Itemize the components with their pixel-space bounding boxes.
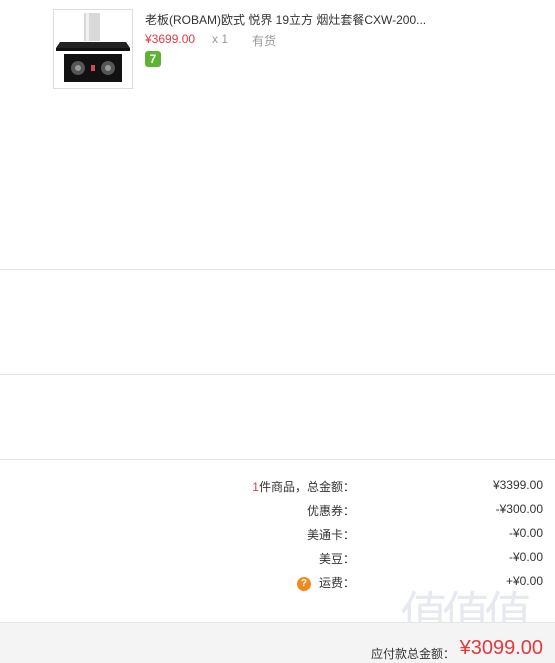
seven-day-return-badge: 7 xyxy=(145,51,161,67)
coupon-label: 优惠券： xyxy=(306,504,355,518)
meitong-label: 美通卡： xyxy=(306,528,355,542)
product-title[interactable]: 老板(ROBAM)欧式 悦界 19立方 烟灶套餐CXW-200... xyxy=(145,11,426,28)
meidou-value: -¥0.00 xyxy=(508,550,543,564)
product-price: ¥3699.00 xyxy=(145,32,196,46)
payable-label: 应付款总金额： xyxy=(370,647,455,661)
summary-shipping-row: ? 运费： +¥0.00 xyxy=(0,574,555,594)
product-image xyxy=(54,10,132,88)
section-divider xyxy=(0,459,555,460)
shipping-value: +¥0.00 xyxy=(505,574,543,588)
total-goods-value: ¥3399.00 xyxy=(492,478,543,492)
meidou-label: 美豆： xyxy=(318,552,355,566)
payment-footer: 应付款总金额： ¥3099.00 xyxy=(0,622,555,663)
summary-meidou-row: 美豆： -¥0.00 xyxy=(0,550,555,570)
summary-total-goods-row: 1件商品，总金额： ¥3399.00 xyxy=(0,478,555,498)
coupon-value: -¥300.00 xyxy=(495,502,543,516)
payable-amount: ¥3099.00 xyxy=(459,637,543,659)
shipping-label-group: ? 运费： xyxy=(296,574,355,591)
product-thumbnail[interactable] xyxy=(53,9,133,89)
help-icon[interactable]: ? xyxy=(296,576,311,591)
section-divider xyxy=(0,374,555,375)
summary-coupon-row: 优惠券： -¥300.00 xyxy=(0,502,555,522)
product-row: 老板(ROBAM)欧式 悦界 19立方 烟灶套餐CXW-200... ¥3699… xyxy=(0,0,555,110)
section-divider xyxy=(0,269,555,270)
item-count: 1 xyxy=(252,480,259,494)
stock-status: 有货 xyxy=(252,34,277,48)
meitong-value: -¥0.00 xyxy=(508,526,543,540)
product-quantity: x 1 xyxy=(212,32,229,46)
count-suffix: 件商品，总金额： xyxy=(258,480,355,494)
summary-count-label: 1件商品，总金额： xyxy=(252,478,355,495)
shipping-label: 运费： xyxy=(318,576,355,590)
summary-meitong-row: 美通卡： -¥0.00 xyxy=(0,526,555,546)
